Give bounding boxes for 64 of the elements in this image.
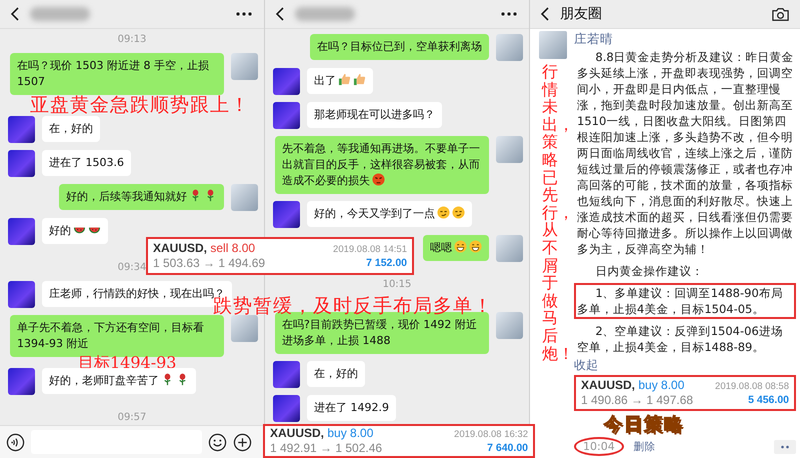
message-bubble: 好的	[42, 218, 108, 244]
chat-timestamp: 09:57	[118, 412, 146, 424]
avatar-photo[interactable]	[273, 360, 300, 388]
blurred-name	[30, 7, 90, 21]
chat-timestamp: 10:15	[382, 279, 412, 291]
page-title: 朋友圈	[560, 5, 602, 23]
trade-time: 2019.08.08 14:51	[333, 242, 407, 256]
avatar-photo[interactable]	[8, 116, 35, 143]
message-bubble: 出了	[307, 68, 373, 94]
trade-time: 2019.08.08 08:58	[715, 380, 789, 392]
voice-icon[interactable]	[6, 432, 25, 452]
message-bubble: 进在了 1492.9	[307, 394, 396, 421]
chat-timestamp: 09:34	[118, 262, 146, 274]
trade-order: XAUUSD, buy 8.00	[270, 426, 374, 441]
avatar-photo[interactable]	[273, 394, 300, 422]
message-bubble: 好的，后续等我通知就好	[59, 184, 224, 210]
avatar-photo[interactable]	[8, 368, 35, 396]
emoji-icon[interactable]	[208, 432, 227, 452]
post-paragraph: 1、多单建议：回调至1488-90布局多单，止损4美金，目标1504-05。	[574, 283, 796, 319]
avatar-photo[interactable]	[8, 150, 35, 177]
more-icon[interactable]	[234, 11, 254, 17]
back-icon[interactable]	[540, 6, 550, 22]
post-paragraph: 日内黄金操作建议：	[594, 263, 704, 280]
trade-card[interactable]: XAUUSD, sell 8.00 1 503.63 → 1 494.69 2019.08.08 14:51 7 152.00	[146, 237, 414, 275]
message-bubble: 好的，今天又学到了一点	[307, 201, 472, 227]
post-paragraph: 2、空单建议：反弹到1504-06进场空单，止损4美金，目标1488-89。	[576, 323, 784, 356]
blurred-name	[295, 7, 355, 21]
more-icon	[780, 444, 790, 448]
trade-profit: 7 640.00	[487, 440, 528, 454]
trade-prices: 1 503.63 → 1 494.69	[153, 256, 266, 271]
back-icon[interactable]	[275, 6, 285, 22]
message-bubble: 在，好的	[307, 360, 365, 387]
annotation-text: 行情未出，策略已先行，从不屑于做马后炮！	[540, 63, 567, 362]
trade-time: 2019.08.08 16:32	[454, 428, 528, 440]
trade-prices: 1 492.91 → 1 502.46	[270, 441, 382, 456]
message-bubble: 那老师现在可以进多吗？	[307, 102, 442, 128]
more-icon[interactable]	[499, 11, 519, 17]
message-bubble: 进在了 1503.6	[42, 150, 131, 176]
plus-icon[interactable]	[233, 432, 252, 452]
trade-card[interactable]: XAUUSD, buy 8.00 1 492.91 → 1 502.46 2019.08.08 16:32 7 640.00	[263, 424, 535, 458]
message-bubble: 在吗？目标位已到，空单获利离场	[310, 34, 489, 60]
delete-link[interactable]: 删除	[634, 440, 656, 454]
trade-order: XAUUSD, buy 8.00	[581, 378, 686, 393]
chat-timestamp: 09:13	[118, 34, 146, 46]
message-bubble: 嗯嗯	[423, 235, 489, 261]
author-name[interactable]: 庄若晴	[574, 31, 613, 47]
annotation-text: 亚盘黄金急跌顺势跟上！	[30, 95, 250, 116]
trade-prices: 1 490.86 → 1 497.68	[581, 393, 694, 408]
trade-card[interactable]: XAUUSD, buy 8.00 1 490.86 → 1 497.68 2019.08.08 08:58 5 456.00	[574, 375, 796, 411]
avatar-photo[interactable]	[8, 280, 35, 308]
comment-button[interactable]	[774, 440, 796, 454]
message-bubble: 在，好的	[42, 116, 100, 142]
message-bubble: 好的，老师盯盘辛苦了	[42, 368, 196, 394]
message-bubble: 在吗？现价 1503 附近进 8 手空，止损 1507	[10, 53, 224, 95]
message-bubble: 先不着急，等我通知再进场。不要单子一出就盲目的反手，这样很容易被套，从而造成不必要的损失	[275, 136, 489, 194]
trade-profit: 5 456.00	[748, 392, 789, 406]
collapse-link[interactable]: 收起	[574, 358, 598, 373]
image-caption: 今日策略	[604, 414, 684, 435]
avatar-photo[interactable]	[8, 218, 35, 245]
post-time: 10:04	[574, 437, 624, 456]
trade-profit: 7 152.00	[366, 256, 407, 270]
trade-order: XAUUSD, sell 8.00	[153, 241, 256, 256]
post-paragraph: 8.8日黄金走势分析及建议：昨日黄金多头延续上涨，开盘即表现强势，回调空间小，开盘即是日内低点，一直整理慢涨，拖到美盘时段加速放量。创出新高至1510一线，日图收盘大阳线。日图第四根连阳加速上涨，多头趋势不改，但今明两日面临周线收官，连续上涨之后，谨防短线过量后的停顿震荡修正，或者也存冲高回落的可能，技术面的放量，各项指标也短线向下，消息面的利好散尽。快速上涨造成技术面的超买，日线看涨但仍需要耐心等待回撤进多。所以操作上以回调做多为主，反弹高空为辅！	[576, 49, 795, 258]
back-icon[interactable]	[10, 6, 20, 22]
